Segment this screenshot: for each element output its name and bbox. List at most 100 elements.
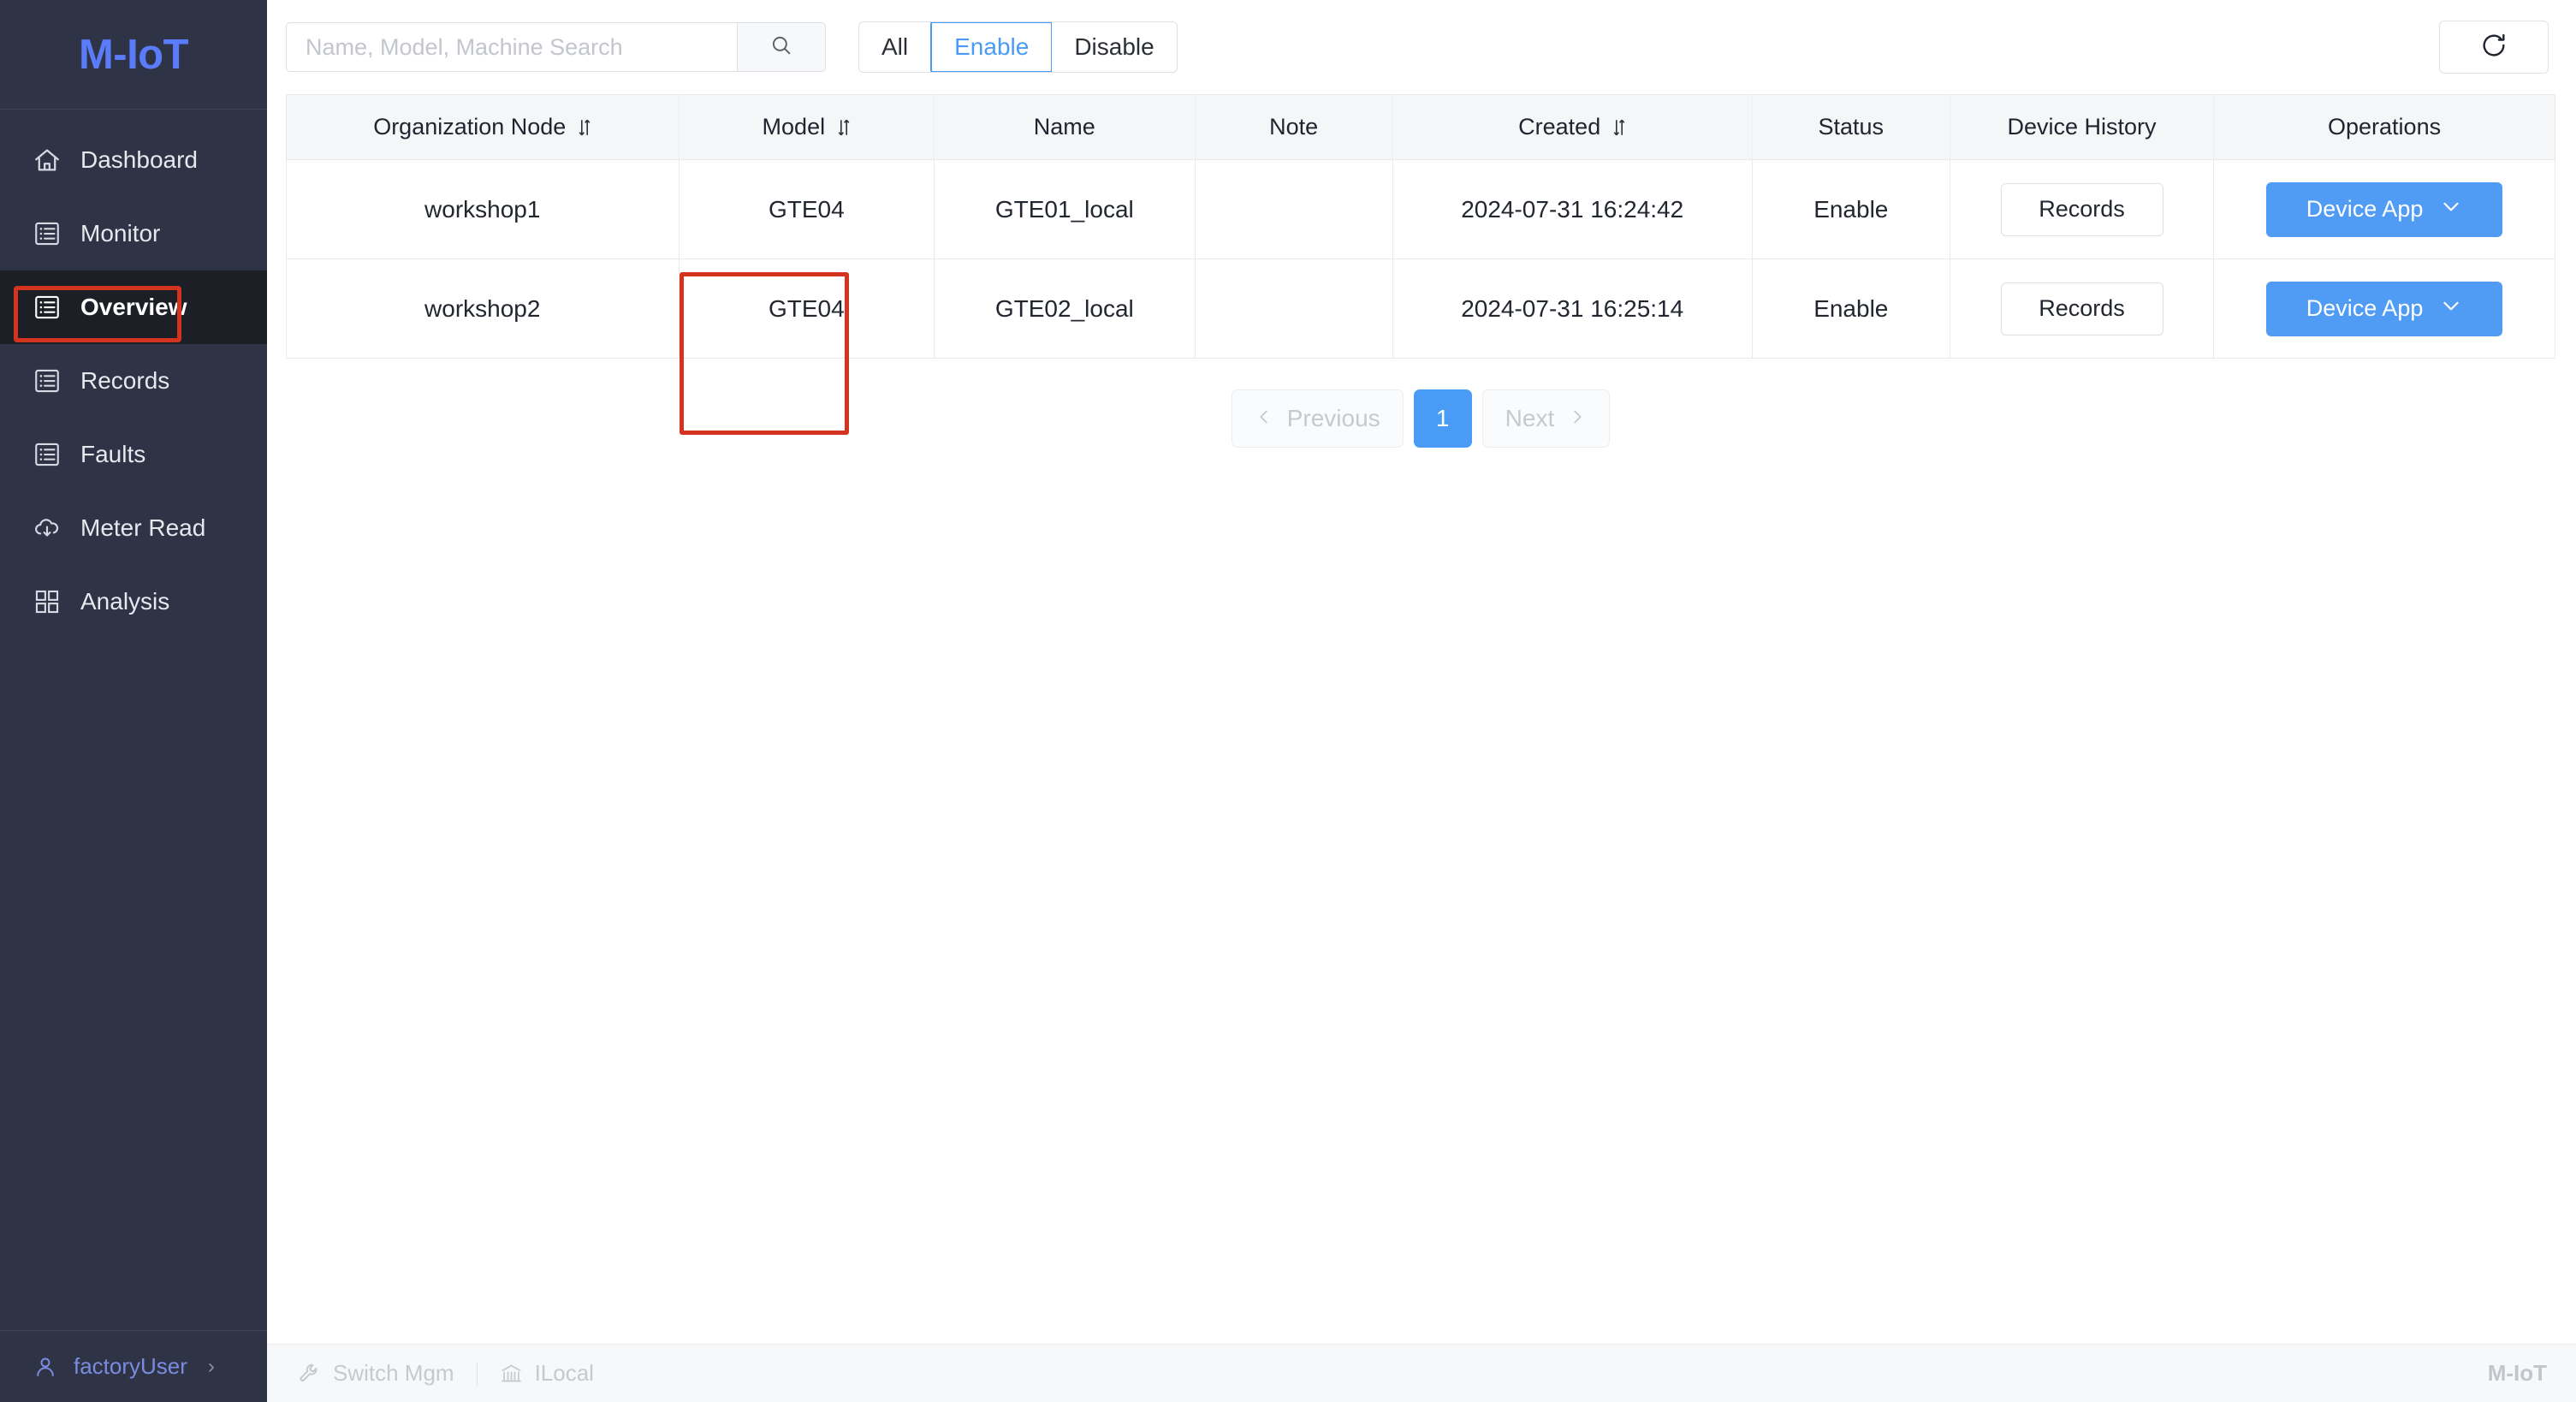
sidebar-item-label: Records bbox=[80, 367, 170, 394]
cell-note bbox=[1194, 159, 1393, 259]
device-app-button[interactable]: Device App bbox=[2266, 181, 2503, 237]
sidebar-item-monitor[interactable]: Monitor bbox=[0, 197, 267, 270]
cell-model: GTE04 bbox=[678, 258, 935, 359]
chevron-down-icon bbox=[2440, 294, 2462, 323]
sort-icon[interactable] bbox=[837, 116, 851, 139]
chevron-right-icon bbox=[1568, 405, 1587, 432]
sort-icon[interactable] bbox=[578, 116, 591, 139]
table-row: workshop2 GTE04 GTE02_local 2024-07-31 1… bbox=[286, 258, 2555, 359]
sidebar-item-records[interactable]: Records bbox=[0, 344, 267, 418]
local-label: ILocal bbox=[534, 1360, 594, 1386]
pagination: Previous 1 Next bbox=[286, 359, 2555, 448]
column-label: Device History bbox=[2007, 114, 2157, 140]
cell-status: Enable bbox=[1751, 258, 1950, 359]
cell-name: GTE02_local bbox=[934, 258, 1196, 359]
table-row: workshop1 GTE04 GTE01_local 2024-07-31 1… bbox=[286, 159, 2555, 259]
column-label: Created bbox=[1518, 114, 1601, 140]
sidebar-item-analysis[interactable]: Analysis bbox=[0, 565, 267, 639]
sidebar-item-dashboard[interactable]: Dashboard bbox=[0, 123, 267, 197]
table-body: workshop1 GTE04 GTE01_local 2024-07-31 1… bbox=[286, 159, 2555, 359]
refresh-button[interactable] bbox=[2439, 21, 2549, 74]
toolbar: All Enable Disable bbox=[267, 0, 2576, 94]
column-label: Status bbox=[1818, 114, 1885, 140]
filter-all[interactable]: All bbox=[859, 22, 932, 72]
app-root: M-IoT Dashboard Monitor Overview Records… bbox=[0, 0, 2576, 1402]
list-box-icon bbox=[33, 440, 62, 469]
column-label: Model bbox=[762, 114, 826, 140]
main-content: All Enable Disable bbox=[267, 0, 2576, 1402]
search-input[interactable] bbox=[286, 22, 737, 72]
list-box-icon bbox=[33, 366, 62, 395]
column-header-organization-node[interactable]: Organization Node bbox=[286, 94, 680, 160]
sidebar-item-label: Dashboard bbox=[80, 146, 198, 173]
search-icon bbox=[769, 33, 793, 62]
status-filter-group: All Enable Disable bbox=[858, 21, 1178, 73]
next-page-button[interactable]: Next bbox=[1481, 389, 1611, 448]
next-label: Next bbox=[1505, 405, 1555, 431]
sidebar-item-label: Monitor bbox=[80, 220, 161, 247]
column-header-model[interactable]: Model bbox=[679, 94, 935, 160]
column-label: Operations bbox=[2328, 114, 2442, 140]
sidebar-item-label: Faults bbox=[80, 441, 146, 467]
previous-page-button[interactable]: Previous bbox=[1231, 389, 1404, 448]
sidebar-item-overview[interactable]: Overview bbox=[0, 270, 267, 344]
switch-mgm-item[interactable]: Switch Mgm bbox=[298, 1360, 454, 1387]
page-number-1[interactable]: 1 bbox=[1413, 389, 1472, 448]
cell-status: Enable bbox=[1751, 159, 1950, 259]
bank-icon bbox=[500, 1362, 523, 1385]
wrench-icon bbox=[298, 1362, 321, 1385]
chevron-down-icon bbox=[2440, 195, 2462, 223]
cell-model: GTE04 bbox=[678, 159, 935, 259]
previous-label: Previous bbox=[1286, 405, 1380, 431]
column-header-created[interactable]: Created bbox=[1392, 94, 1753, 160]
status-separator bbox=[476, 1361, 478, 1386]
records-button[interactable]: Records bbox=[2000, 282, 2163, 336]
brand-logo: M-IoT bbox=[0, 0, 267, 110]
refresh-icon bbox=[2479, 31, 2508, 64]
sidebar-item-faults[interactable]: Faults bbox=[0, 418, 267, 491]
sidebar-item-label: Overview bbox=[80, 294, 187, 320]
table-header: Organization Node Model Name Note Create… bbox=[286, 94, 2555, 160]
sort-icon[interactable] bbox=[1612, 116, 1626, 139]
cell-device-history: Records bbox=[1949, 159, 2215, 259]
sidebar: M-IoT Dashboard Monitor Overview Records… bbox=[0, 0, 267, 1402]
records-button[interactable]: Records bbox=[2000, 182, 2163, 236]
chevron-left-icon bbox=[1255, 405, 1273, 432]
cell-operations: Device App bbox=[2213, 159, 2555, 259]
device-app-button[interactable]: Device App bbox=[2266, 281, 2503, 336]
cell-device-history: Records bbox=[1949, 258, 2215, 359]
device-app-label: Device App bbox=[2306, 196, 2424, 222]
table-header-row: Organization Node Model Name Note Create… bbox=[286, 94, 2555, 160]
column-label: Organization Node bbox=[373, 114, 567, 140]
chevron-right-icon: › bbox=[207, 1354, 215, 1378]
column-header-device-history: Device History bbox=[1950, 94, 2215, 160]
grid-icon bbox=[33, 587, 62, 616]
sidebar-nav: Dashboard Monitor Overview Records Fault… bbox=[0, 110, 267, 1330]
column-header-status: Status bbox=[1752, 94, 1950, 160]
search-group bbox=[286, 22, 826, 72]
home-icon bbox=[33, 146, 62, 175]
column-header-note: Note bbox=[1195, 94, 1393, 160]
search-button[interactable] bbox=[737, 22, 826, 72]
user-icon bbox=[33, 1354, 58, 1380]
column-header-name: Name bbox=[934, 94, 1196, 160]
cell-organization-node: workshop2 bbox=[286, 258, 680, 359]
column-label: Note bbox=[1269, 114, 1319, 140]
filter-enable[interactable]: Enable bbox=[930, 22, 1054, 72]
sidebar-item-label: Meter Read bbox=[80, 514, 206, 541]
sidebar-user[interactable]: factoryUser › bbox=[0, 1330, 267, 1402]
cell-operations: Device App bbox=[2213, 258, 2555, 359]
column-header-operations: Operations bbox=[2213, 94, 2555, 160]
device-table: Organization Node Model Name Note Create… bbox=[286, 94, 2555, 359]
cell-note bbox=[1194, 258, 1393, 359]
local-item[interactable]: ILocal bbox=[500, 1360, 594, 1387]
filter-disable[interactable]: Disable bbox=[1052, 22, 1177, 72]
switch-mgm-label: Switch Mgm bbox=[333, 1360, 454, 1386]
sidebar-item-label: Analysis bbox=[80, 588, 170, 615]
column-label: Name bbox=[1033, 114, 1095, 140]
sidebar-item-meter-read[interactable]: Meter Read bbox=[0, 491, 267, 565]
cell-organization-node: workshop1 bbox=[286, 159, 680, 259]
table-container: Organization Node Model Name Note Create… bbox=[267, 94, 2576, 448]
list-box-icon bbox=[33, 293, 62, 322]
cell-name: GTE01_local bbox=[934, 159, 1196, 259]
